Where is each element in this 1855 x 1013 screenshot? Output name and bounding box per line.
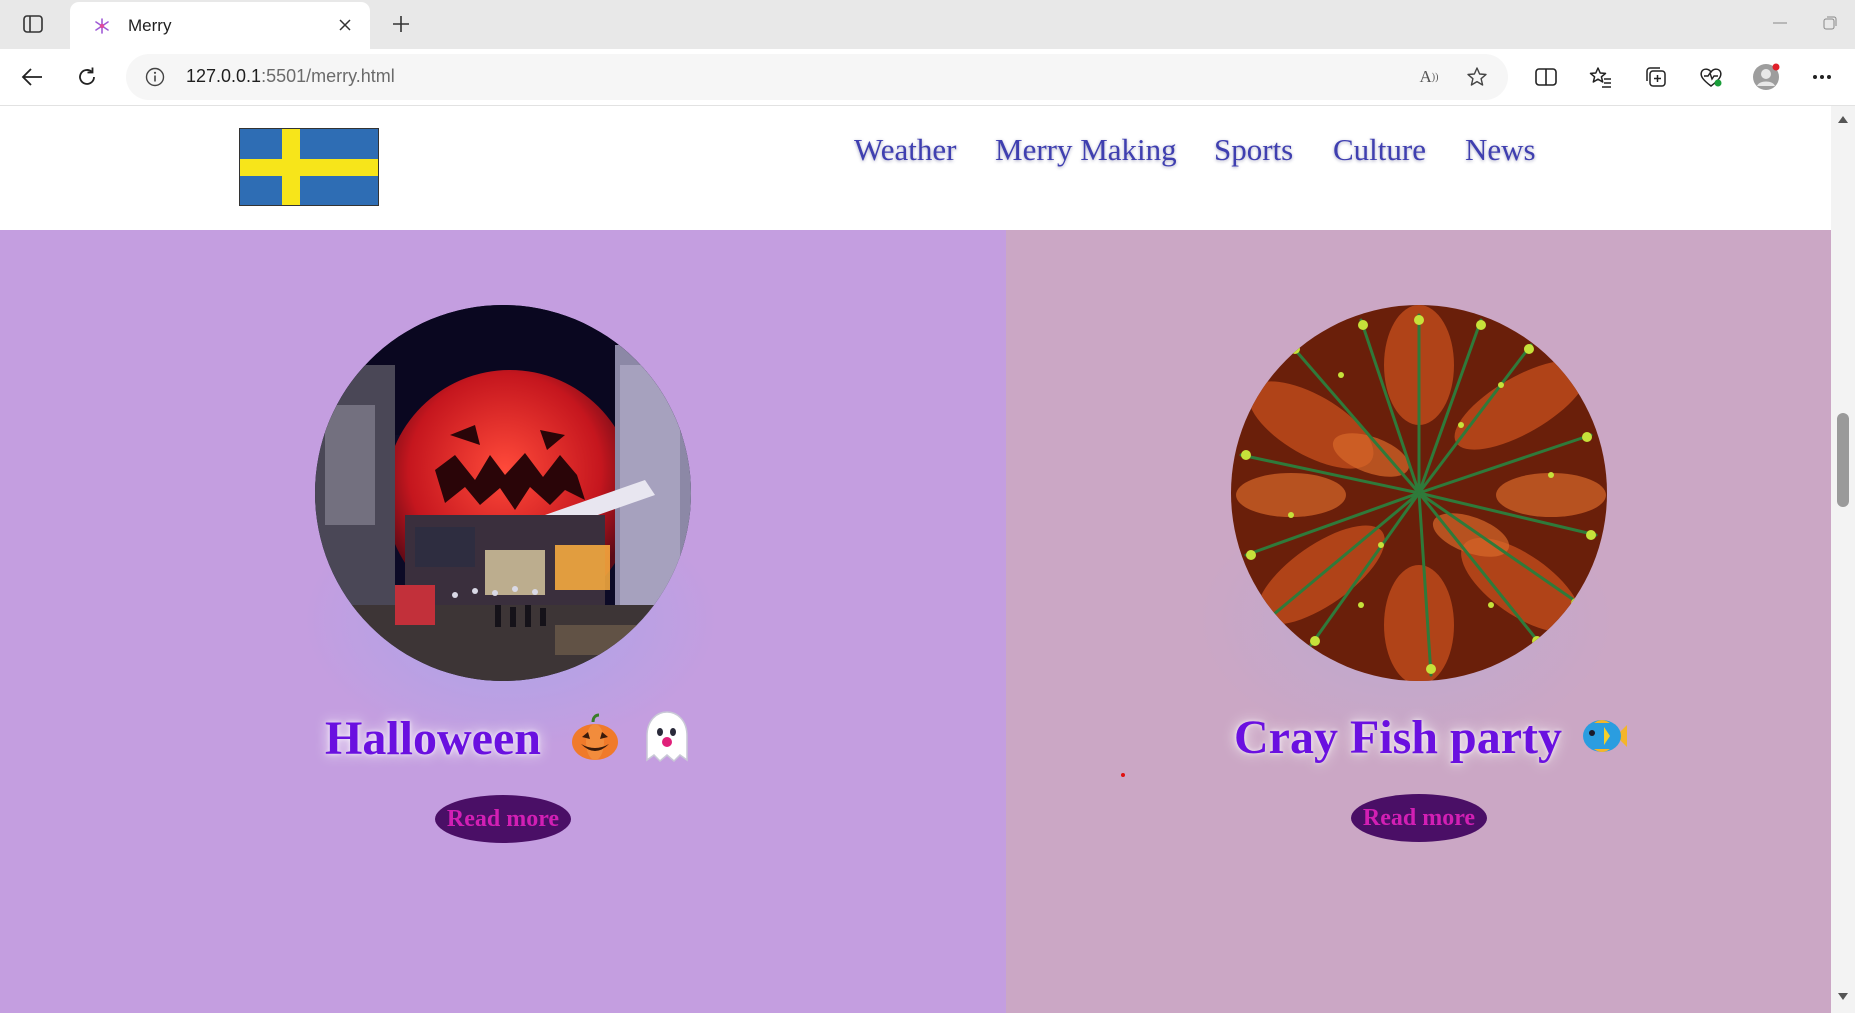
site-info-icon[interactable] bbox=[144, 66, 166, 88]
restore-icon[interactable] bbox=[1810, 8, 1850, 38]
red-dot bbox=[1121, 773, 1125, 777]
address-bar[interactable]: 127.0.0.1:5501/merry.html A)) bbox=[126, 54, 1508, 100]
refresh-icon[interactable] bbox=[69, 60, 105, 94]
halloween-image bbox=[315, 305, 691, 681]
page-viewport: Weather Merry Making Sports Culture News bbox=[0, 106, 1831, 1013]
crayfish-image bbox=[1231, 305, 1607, 681]
halloween-title: Halloween bbox=[325, 710, 691, 776]
nav-merry-making[interactable]: Merry Making bbox=[995, 132, 1177, 168]
minimize-icon[interactable] bbox=[1760, 8, 1800, 38]
crayfish-title: Cray Fish party bbox=[1234, 710, 1628, 769]
halloween-title-text: Halloween bbox=[325, 712, 541, 766]
crayfish-card: Cray Fish party Read more bbox=[1006, 230, 1831, 1013]
nav-weather[interactable]: Weather bbox=[854, 132, 957, 168]
tab-bar: Merry bbox=[0, 0, 1855, 49]
favorites-icon[interactable] bbox=[1583, 60, 1619, 94]
firework-favicon-icon bbox=[92, 16, 112, 36]
url-path: :5501/merry.html bbox=[261, 66, 395, 86]
read-aloud-icon[interactable]: A)) bbox=[1416, 65, 1442, 89]
crayfish-title-text: Cray Fish party bbox=[1234, 711, 1562, 764]
profile-avatar-icon[interactable] bbox=[1748, 60, 1784, 94]
tab-actions-icon[interactable] bbox=[14, 9, 52, 39]
browser-toolbar: 127.0.0.1:5501/merry.html A)) bbox=[0, 49, 1855, 106]
ghost-icon bbox=[643, 710, 691, 776]
back-icon[interactable] bbox=[14, 60, 50, 94]
close-tab-icon[interactable] bbox=[334, 14, 356, 36]
jack-o-lantern-icon bbox=[569, 712, 621, 774]
more-menu-icon[interactable] bbox=[1804, 60, 1840, 94]
collections-icon[interactable] bbox=[1638, 60, 1674, 94]
scrollbar-thumb[interactable] bbox=[1837, 413, 1849, 507]
browser-tab[interactable]: Merry bbox=[70, 2, 370, 49]
url-text[interactable]: 127.0.0.1:5501/merry.html bbox=[186, 66, 395, 87]
split-screen-icon[interactable] bbox=[1528, 60, 1564, 94]
fish-icon bbox=[1580, 714, 1628, 769]
scroll-up-arrow-icon[interactable] bbox=[1836, 112, 1850, 126]
new-tab-icon[interactable] bbox=[386, 9, 416, 39]
nav-culture[interactable]: Culture bbox=[1333, 132, 1426, 168]
page-scrollbar[interactable] bbox=[1831, 106, 1855, 1013]
site-header: Weather Merry Making Sports Culture News bbox=[0, 106, 1831, 230]
favorite-star-icon[interactable] bbox=[1464, 65, 1490, 89]
nav-news[interactable]: News bbox=[1465, 132, 1536, 168]
tab-title: Merry bbox=[128, 15, 172, 35]
halloween-card: Halloween Read more bbox=[0, 230, 1006, 1013]
browser-essentials-icon[interactable] bbox=[1693, 60, 1729, 94]
scroll-down-arrow-icon[interactable] bbox=[1836, 990, 1850, 1004]
nav-sports[interactable]: Sports bbox=[1214, 132, 1293, 168]
sweden-flag-logo[interactable] bbox=[239, 128, 379, 206]
url-host: 127.0.0.1 bbox=[186, 66, 262, 86]
halloween-read-more-button[interactable]: Read more bbox=[435, 795, 571, 843]
crayfish-read-more-button[interactable]: Read more bbox=[1351, 794, 1487, 842]
